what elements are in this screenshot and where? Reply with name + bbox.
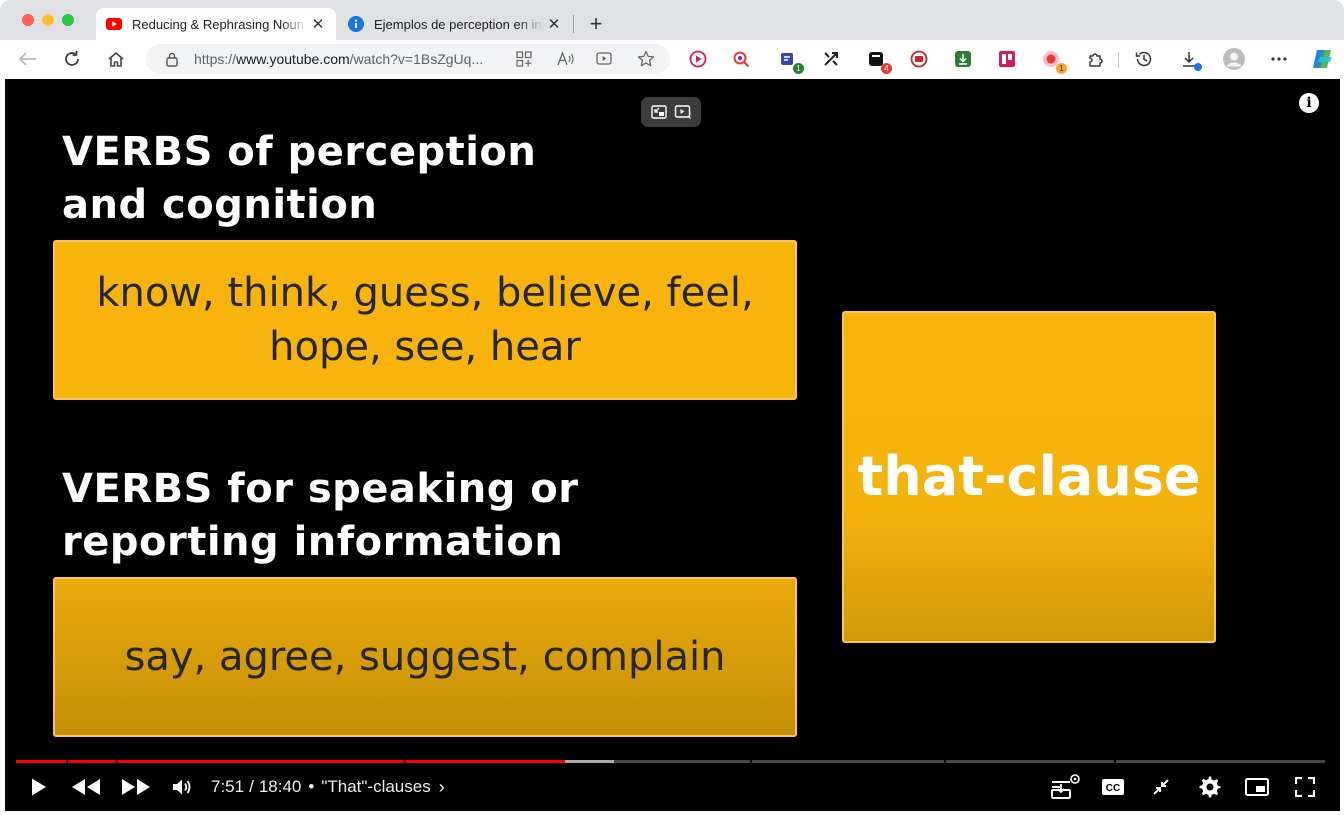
settings-gear-icon[interactable] xyxy=(1195,769,1225,805)
minimize-window-button[interactable] xyxy=(42,14,54,26)
heading-line: VERBS for speaking or xyxy=(62,466,579,512)
more-menu-icon[interactable] xyxy=(1269,49,1289,69)
heading-line: and cognition xyxy=(62,182,378,228)
picture-in-picture-icon[interactable] xyxy=(1242,769,1272,805)
download-extension-icon[interactable] xyxy=(953,49,973,69)
tab-ejemplos[interactable]: Ejemplos de perception en ingl ✕ xyxy=(338,8,572,40)
extension-badge: 1 xyxy=(793,63,804,74)
close-tab-icon[interactable]: ✕ xyxy=(308,14,328,34)
new-tab-button[interactable]: + xyxy=(584,12,608,36)
avatar[interactable] xyxy=(1223,48,1245,70)
address-bar[interactable]: https://www.youtube.com/watch?v=1BsZgUq.… xyxy=(146,44,670,74)
fullscreen-icon[interactable] xyxy=(1290,769,1320,805)
video-player[interactable]: VERBS of perception and cognition know, … xyxy=(5,79,1340,811)
copilot-icon[interactable] xyxy=(1311,48,1335,70)
box-line: know, think, guess, believe, feel, xyxy=(96,270,754,316)
autoplay-settings-icon[interactable] xyxy=(1047,769,1083,805)
tab-strip: Reducing & Rephrasing Noun C ✕ Ejemplos … xyxy=(0,0,1344,40)
progress-chapter-segment[interactable] xyxy=(1116,760,1325,763)
back-icon[interactable] xyxy=(16,48,40,70)
video-enhance-icon[interactable] xyxy=(673,102,693,122)
video-extension-icon[interactable] xyxy=(688,49,708,69)
url-host: www.youtube.com xyxy=(236,51,350,67)
browser-window: Reducing & Rephrasing Noun C ✕ Ejemplos … xyxy=(0,0,1344,815)
browser-toolbar: https://www.youtube.com/watch?v=1BsZgUq.… xyxy=(0,40,1344,78)
chapter-title[interactable]: "That"-clauses xyxy=(321,777,430,797)
info-icon xyxy=(348,16,364,32)
tab-divider xyxy=(573,15,574,33)
tab-youtube[interactable]: Reducing & Rephrasing Noun C ✕ xyxy=(96,8,336,40)
progress-played xyxy=(406,760,566,763)
overlay-controls xyxy=(641,97,701,127)
exit-pip-icon[interactable] xyxy=(649,102,669,122)
box-line: say, agree, suggest, complain xyxy=(124,634,726,680)
heading-line: reporting information xyxy=(62,519,564,565)
current-time: 7:51 xyxy=(211,777,245,796)
progress-chapter-segment[interactable] xyxy=(946,760,1114,763)
lock-icon[interactable] xyxy=(164,51,180,67)
downloads-icon[interactable] xyxy=(1179,49,1202,71)
home-icon[interactable] xyxy=(104,48,128,70)
progress-chapter-segment[interactable] xyxy=(752,760,944,763)
extension-badge: 1 xyxy=(1056,63,1067,74)
progress-played xyxy=(68,760,116,763)
captions-icon[interactable]: CC xyxy=(1098,769,1128,805)
rewind-icon[interactable] xyxy=(69,769,103,805)
chevron-right-icon[interactable]: › xyxy=(439,777,445,798)
box-line: hope, see, hear xyxy=(269,324,581,370)
box-line: that-clause xyxy=(857,445,1201,508)
svg-text:CC: CC xyxy=(1106,783,1120,794)
apps-grid-icon[interactable] xyxy=(514,50,534,68)
slide-heading-perception: VERBS of perception and cognition xyxy=(62,126,536,232)
slide-box-perception-verbs: know, think, guess, believe, feel, hope,… xyxy=(53,240,797,400)
slide-box-that-clause: that-clause xyxy=(842,311,1216,643)
progress-chapter-segment[interactable] xyxy=(406,760,750,763)
reload-icon[interactable] xyxy=(60,48,84,70)
slide-box-speaking-verbs: say, agree, suggest, complain xyxy=(53,577,797,737)
tab-title: Ejemplos de perception en ingl xyxy=(374,16,544,32)
close-window-button[interactable] xyxy=(22,14,34,26)
puzzle-extension-icon[interactable]: 1 xyxy=(778,49,804,74)
notes-extension-icon[interactable]: 4 xyxy=(866,49,892,74)
progress-played xyxy=(118,760,404,763)
time-display: 7:51 / 18:40 • "That"-clauses › xyxy=(211,769,445,805)
board-extension-icon[interactable] xyxy=(997,49,1017,69)
history-icon[interactable] xyxy=(1134,49,1154,69)
toolbar-divider xyxy=(1118,52,1119,68)
progress-bar[interactable] xyxy=(16,760,1327,763)
progress-played xyxy=(16,760,66,763)
slide-heading-speaking: VERBS for speaking or reporting informat… xyxy=(62,463,578,569)
player-controls: 7:51 / 18:40 • "That"-clauses › CC xyxy=(5,769,1340,805)
tab-title: Reducing & Rephrasing Noun C xyxy=(132,16,308,32)
chapter-bullet: • xyxy=(308,777,315,796)
download-dot xyxy=(1194,63,1202,71)
time-separator: / xyxy=(249,777,254,796)
url-text[interactable]: https://www.youtube.com/watch?v=1BsZgUq.… xyxy=(194,51,504,67)
progress-chapter-segment[interactable] xyxy=(118,760,404,763)
miniplayer-collapse-icon[interactable] xyxy=(1146,769,1176,805)
fast-forward-icon[interactable] xyxy=(119,769,153,805)
extension-badge: 4 xyxy=(881,63,892,74)
video-frame: VERBS of perception and cognition know, … xyxy=(20,79,1325,759)
extensions-puzzle-icon[interactable] xyxy=(1085,49,1105,69)
read-aloud-icon[interactable] xyxy=(556,50,576,68)
video-player-icon[interactable] xyxy=(595,50,615,68)
search-extension-icon[interactable] xyxy=(731,49,751,69)
favorite-star-icon[interactable] xyxy=(636,50,656,68)
url-path: /watch?v=1BsZgUq... xyxy=(349,51,484,67)
heading-line: VERBS of perception xyxy=(62,129,537,175)
recorder-extension-icon[interactable] xyxy=(909,49,929,69)
zoom-window-button[interactable] xyxy=(62,14,74,26)
progress-chapter-segment[interactable] xyxy=(68,760,116,763)
url-scheme: https:// xyxy=(194,51,237,67)
record-extension-icon[interactable]: 1 xyxy=(1041,49,1067,74)
progress-chapter-segment[interactable] xyxy=(16,760,66,763)
youtube-icon xyxy=(106,16,122,32)
shuffle-extension-icon[interactable] xyxy=(821,49,841,69)
duration: 18:40 xyxy=(258,777,302,796)
volume-icon[interactable] xyxy=(169,769,195,805)
info-icon[interactable]: i xyxy=(1299,93,1319,113)
play-icon[interactable] xyxy=(27,769,51,805)
close-tab-icon[interactable]: ✕ xyxy=(544,14,564,34)
